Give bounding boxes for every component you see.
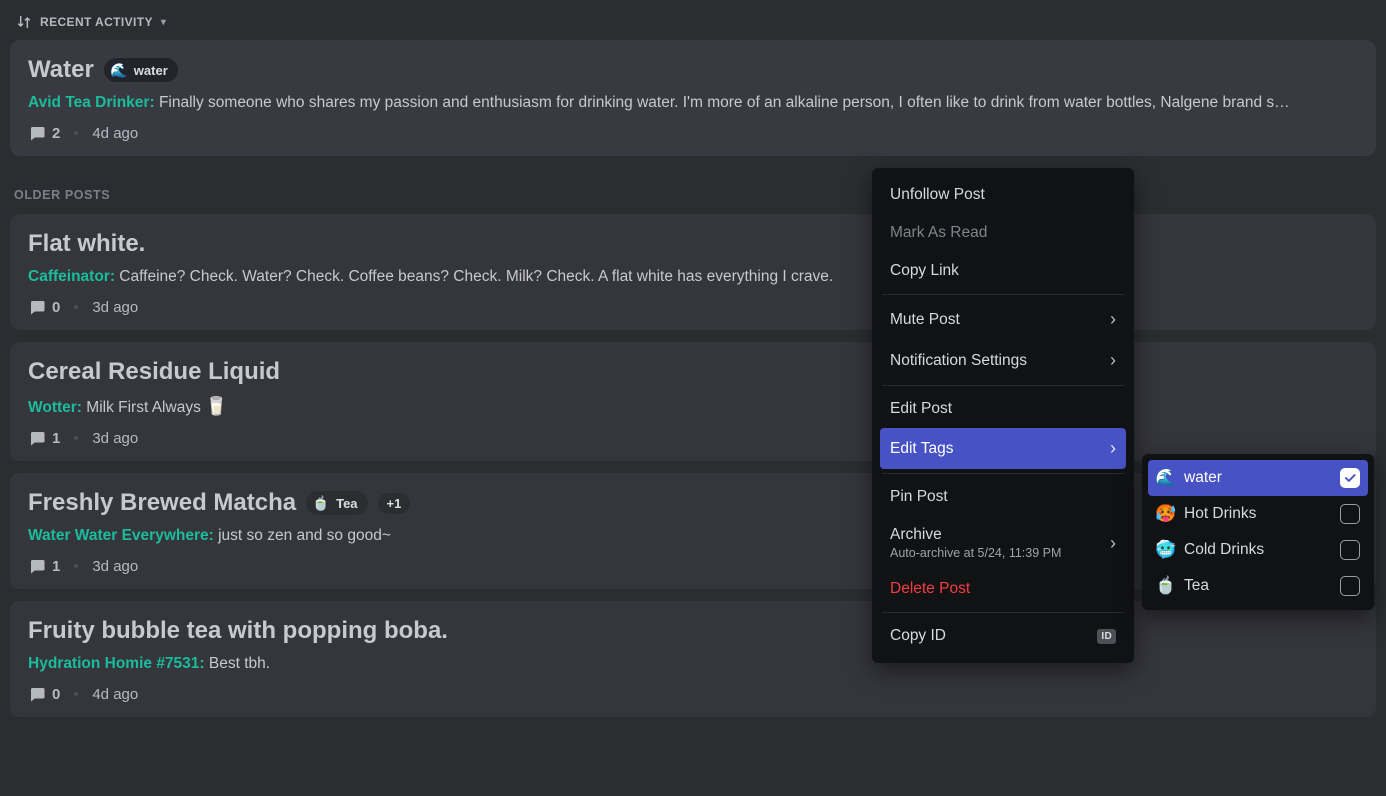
post-title: Water (28, 56, 94, 84)
checkbox-checked[interactable] (1340, 468, 1360, 488)
post-author: Water Water Everywhere: (28, 527, 214, 544)
cup-icon: 🥛 (205, 396, 227, 417)
menu-pin[interactable]: Pin Post (880, 478, 1126, 516)
menu-archive[interactable]: Archive Auto-archive at 5/24, 11:39 PM › (880, 516, 1126, 570)
older-posts-header: OLDER POSTS (10, 168, 1376, 214)
post-body-text: Best tbh. (209, 655, 270, 672)
tag-chip-label: water (134, 63, 168, 78)
tag-option-label: Tea (1184, 577, 1209, 595)
menu-divider (882, 294, 1124, 295)
post-card[interactable]: Fruity bubble tea with popping boba. Hyd… (10, 601, 1376, 717)
menu-divider (882, 612, 1124, 613)
separator-dot (74, 436, 78, 440)
comment-count: 0 (28, 685, 60, 703)
separator-dot (74, 131, 78, 135)
menu-copy-id[interactable]: Copy IDID (880, 617, 1126, 655)
wave-icon: 🌊 (1156, 468, 1176, 488)
menu-edit-post[interactable]: Edit Post (880, 390, 1126, 428)
tag-option-label: Cold Drinks (1184, 541, 1264, 559)
post-card[interactable]: Water 🌊 water Avid Tea Drinker: Finally … (10, 40, 1376, 156)
comment-icon (28, 124, 46, 142)
post-preview: Avid Tea Drinker: Finally someone who sh… (28, 94, 1358, 112)
hot-face-icon: 🥵 (1156, 504, 1176, 524)
post-context-menu: Unfollow Post Mark As Read Copy Link Mut… (872, 168, 1134, 663)
chevron-down-icon: ▾ (161, 17, 166, 28)
tea-icon: 🍵 (1156, 576, 1176, 596)
tag-chip-tea[interactable]: 🍵 Tea (306, 491, 367, 515)
separator-dot (74, 305, 78, 309)
wave-icon: 🌊 (110, 61, 128, 79)
chevron-right-icon: › (1110, 438, 1116, 459)
tag-option-tea[interactable]: 🍵 Tea (1148, 568, 1368, 604)
chevron-right-icon: › (1110, 350, 1116, 371)
chevron-right-icon: › (1110, 533, 1116, 554)
tag-chip-label: Tea (336, 496, 357, 511)
post-timestamp: 4d ago (92, 125, 138, 142)
comment-icon (28, 429, 46, 447)
comment-icon (28, 298, 46, 316)
post-body-text: Finally someone who shares my passion an… (159, 94, 1290, 111)
post-author: Wotter: (28, 399, 82, 416)
cold-face-icon: 🥶 (1156, 540, 1176, 560)
post-timestamp: 3d ago (92, 299, 138, 316)
post-card[interactable]: Flat white. Caffeinator: Caffeine? Check… (10, 214, 1376, 330)
post-body-text: Milk First Always (86, 399, 201, 416)
post-title: Flat white. (28, 230, 145, 258)
menu-mute[interactable]: Mute Post› (880, 299, 1126, 340)
separator-dot (74, 564, 78, 568)
post-preview: Caffeinator: Caffeine? Check. Water? Che… (28, 268, 1358, 286)
comment-icon (28, 685, 46, 703)
checkbox-unchecked[interactable] (1340, 504, 1360, 524)
menu-edit-tags[interactable]: Edit Tags› (880, 428, 1126, 469)
post-title: Freshly Brewed Matcha (28, 489, 296, 517)
post-meta: 2 4d ago (28, 124, 1358, 142)
post-body-text: just so zen and so good~ (218, 527, 391, 544)
post-title-row: Water 🌊 water (28, 56, 1358, 84)
menu-unfollow[interactable]: Unfollow Post (880, 176, 1126, 214)
menu-divider (882, 385, 1124, 386)
tag-chip-water[interactable]: 🌊 water (104, 58, 178, 82)
post-timestamp: 4d ago (92, 686, 138, 703)
tag-option-label: Hot Drinks (1184, 505, 1256, 523)
post-preview: Wotter: Milk First Always 🥛 (28, 396, 1358, 417)
chevron-right-icon: › (1110, 309, 1116, 330)
post-timestamp: 3d ago (92, 558, 138, 575)
comment-count: 2 (28, 124, 60, 142)
forum-root: RECENT ACTIVITY ▾ Water 🌊 water Avid Tea… (0, 0, 1386, 796)
separator-dot (74, 692, 78, 696)
post-author: Caffeinator: (28, 268, 115, 285)
tag-option-cold-drinks[interactable]: 🥶 Cold Drinks (1148, 532, 1368, 568)
post-title: Fruity bubble tea with popping boba. (28, 617, 448, 645)
comment-icon (28, 557, 46, 575)
post-preview: Hydration Homie #7531: Best tbh. (28, 655, 1358, 673)
checkbox-unchecked[interactable] (1340, 540, 1360, 560)
tea-icon: 🍵 (312, 494, 330, 512)
post-card[interactable]: Cereal Residue Liquid Wotter: Milk First… (10, 342, 1376, 461)
tag-option-hot-drinks[interactable]: 🥵 Hot Drinks (1148, 496, 1368, 532)
sort-label: RECENT ACTIVITY (40, 15, 153, 29)
edit-tags-popout: 🌊 water 🥵 Hot Drinks 🥶 Cold Drinks 🍵 (1142, 454, 1374, 610)
post-author: Hydration Homie #7531: (28, 655, 205, 672)
sort-dropdown[interactable]: RECENT ACTIVITY ▾ (10, 10, 1376, 40)
id-badge: ID (1097, 629, 1116, 644)
post-body-text: Caffeine? Check. Water? Check. Coffee be… (119, 268, 833, 285)
menu-mark-read[interactable]: Mark As Read (880, 214, 1126, 252)
archive-subtext: Auto-archive at 5/24, 11:39 PM (890, 546, 1061, 560)
post-author: Avid Tea Drinker: (28, 94, 155, 111)
post-title: Cereal Residue Liquid (28, 358, 280, 386)
comment-count: 0 (28, 298, 60, 316)
comment-count: 1 (28, 557, 60, 575)
checkbox-unchecked[interactable] (1340, 576, 1360, 596)
menu-copy-link[interactable]: Copy Link (880, 252, 1126, 290)
menu-divider (882, 473, 1124, 474)
tag-overflow-chip[interactable]: +1 (378, 493, 411, 514)
sort-icon (16, 14, 32, 30)
tag-option-water[interactable]: 🌊 water (1148, 460, 1368, 496)
menu-delete[interactable]: Delete Post (880, 570, 1126, 608)
post-timestamp: 3d ago (92, 430, 138, 447)
tag-option-label: water (1184, 469, 1222, 487)
comment-count: 1 (28, 429, 60, 447)
menu-notification-settings[interactable]: Notification Settings› (880, 340, 1126, 381)
